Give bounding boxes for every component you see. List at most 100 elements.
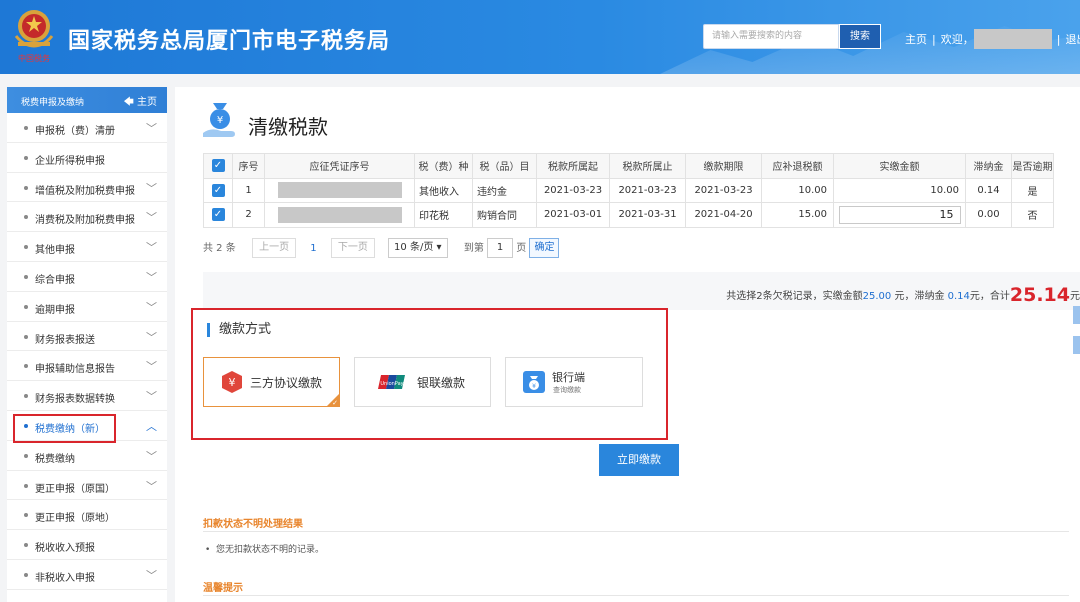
logout-link[interactable]: 退出 xyxy=(1065,31,1080,47)
current-page[interactable]: 1 xyxy=(310,243,316,254)
search-button[interactable]: 搜索 xyxy=(839,24,881,49)
sidebar-home-link[interactable]: 🡄 主页 xyxy=(123,93,157,112)
deduct-status-text: 您无扣款状态不明的记录。 xyxy=(216,545,325,555)
period-end: 2021-03-31 xyxy=(609,202,686,228)
bullet-dot xyxy=(24,453,28,458)
sidebar-item[interactable]: 更正申报（原国） ﹀ xyxy=(7,471,167,501)
side-float-tab[interactable] xyxy=(1073,336,1080,354)
overdue-flag: 是 xyxy=(1011,177,1054,204)
sidebar-item[interactable]: 财务报表报送 ﹀ xyxy=(7,322,167,352)
sidebar-item-label: 非税收入申报 xyxy=(35,572,95,584)
chevron-up-icon[interactable]: ︿ xyxy=(146,418,157,434)
sidebar-item[interactable]: 税费缴纳 ﹀ xyxy=(7,441,167,471)
unionpay-payment-label: 银联缴款 xyxy=(417,376,466,390)
col-header: 应补退税额 xyxy=(761,153,834,179)
chevron-down-icon[interactable]: ﹀ xyxy=(146,358,157,374)
sidebar-item[interactable]: 逾期申报 ﹀ xyxy=(7,292,167,322)
bullet-dot xyxy=(24,334,28,339)
bullet-dot xyxy=(24,155,28,160)
deadline: 2021-04-20 xyxy=(685,202,762,228)
page-unit: 页 xyxy=(516,243,527,254)
bank-payment-label: 银行端 xyxy=(552,371,585,384)
summary-late-fee: 0.14 xyxy=(947,291,970,302)
col-header: 是否逾期 xyxy=(1011,153,1054,179)
bullet-dot xyxy=(24,215,28,220)
sidebar-item[interactable]: 申报辅助信息报告 ﹀ xyxy=(7,351,167,382)
sidebar-item-label: 申报辅助信息报告 xyxy=(35,364,115,376)
sidebar-item[interactable]: 财务报表数据转换 ﹀ xyxy=(7,381,167,411)
due-amount: 10.00 xyxy=(761,177,834,204)
side-float-tab[interactable] xyxy=(1073,306,1080,324)
svg-text:¥: ¥ xyxy=(532,383,536,390)
sidebar-item[interactable]: 增值税及附加税费申报 ﹀ xyxy=(7,173,167,203)
divider xyxy=(203,595,1069,596)
chevron-down-icon[interactable]: ﹀ xyxy=(146,388,157,404)
col-header: 税（费）种 xyxy=(414,153,473,179)
sidebar-item[interactable]: 综合申报 ﹀ xyxy=(7,262,167,292)
chevron-down-icon[interactable]: ﹀ xyxy=(146,448,157,464)
select-all-cell[interactable]: ✓ xyxy=(203,153,233,179)
search-input[interactable]: 请输入需要搜索的内容 xyxy=(703,24,839,49)
sidebar-item[interactable]: 非税收入申报 ﹀ xyxy=(7,560,167,590)
row-checkbox[interactable]: ✓ xyxy=(211,208,225,222)
sidebar-item[interactable]: 申报税（费）清册 ﹀ xyxy=(7,113,167,143)
tripartite-payment-option[interactable]: ¥ 三方协议缴款 ✓ xyxy=(203,357,340,407)
select-all-checkbox[interactable]: ✓ xyxy=(211,159,225,173)
deadline: 2021-03-23 xyxy=(685,177,762,204)
sidebar-item[interactable]: 更正申报（原地） xyxy=(7,500,167,531)
paid-amount-input[interactable]: 15 xyxy=(838,205,961,224)
sidebar-item[interactable]: 企业所得税申报 xyxy=(7,143,167,173)
overdue-flag: 否 xyxy=(1011,202,1054,228)
col-header: 缴款期限 xyxy=(685,153,762,179)
bank-payment-option[interactable]: ¥ 银行端 查询缴款 xyxy=(505,357,643,407)
chevron-down-icon[interactable]: ﹀ xyxy=(146,478,157,494)
unionpay-payment-option[interactable]: UnionPay 银联缴款 xyxy=(354,357,491,407)
row-select-cell[interactable]: ✓ xyxy=(203,177,233,204)
goto-page-input[interactable]: 1 xyxy=(487,238,514,258)
bullet-dot xyxy=(24,572,28,577)
bullet-dot xyxy=(24,513,28,518)
sidebar-item-label: 综合申报 xyxy=(35,274,75,286)
pay-now-button[interactable]: 立即缴款 xyxy=(599,444,679,476)
tax-item: 购销合同 xyxy=(472,202,537,228)
chevron-down-icon[interactable]: ﹀ xyxy=(146,180,157,196)
sidebar-item[interactable]: 消费税及附加税费申报 ﹀ xyxy=(7,202,167,233)
dropdown-caret-icon: ▾ xyxy=(436,242,442,253)
sidebar-item-label: 逾期申报 xyxy=(35,304,75,316)
chevron-down-icon[interactable]: ﹀ xyxy=(146,329,157,345)
chevron-down-icon[interactable]: ﹀ xyxy=(146,209,157,225)
sidebar-item-label: 税收收入预报 xyxy=(35,543,95,555)
sidebar-item-label: 财务报表报送 xyxy=(35,334,95,346)
chevron-down-icon[interactable]: ﹀ xyxy=(146,269,157,285)
due-amount: 15.00 xyxy=(761,202,834,228)
late-fee: 0.00 xyxy=(965,202,1012,228)
svg-text:¥: ¥ xyxy=(217,115,223,126)
welcome-text: 欢迎， xyxy=(940,33,974,46)
sidebar-item-label: 财务报表数据转换 xyxy=(35,394,115,406)
tax-table: ✓ 序号 应征凭证序号 税（费）种 税（品）目 税款所属起 税款所属止 缴款期限… xyxy=(203,153,1054,228)
row-select-cell[interactable]: ✓ xyxy=(203,202,233,228)
bullet-dot xyxy=(24,394,28,399)
nav-home-link[interactable]: 主页 xyxy=(905,31,927,47)
page-size-select[interactable]: 10 条/页 ▾ xyxy=(388,238,448,258)
sidebar-item[interactable]: 税收收入预报 xyxy=(7,530,167,560)
chevron-down-icon[interactable]: ﹀ xyxy=(146,567,157,583)
prev-page-button[interactable]: 上一页 xyxy=(252,238,297,258)
summary-band: 共选择2条欠税记录，实缴金额25.00 元，滞纳金 0.14元，合计25.14元 xyxy=(203,272,1080,310)
chevron-down-icon[interactable]: ﹀ xyxy=(146,239,157,255)
svg-text:UnionPay: UnionPay xyxy=(380,381,403,387)
table-header-row: ✓ 序号 应征凭证序号 税（费）种 税（品）目 税款所属起 税款所属止 缴款期限… xyxy=(203,153,1054,179)
chevron-down-icon[interactable]: ﹀ xyxy=(146,299,157,315)
sidebar-item[interactable]: 其他申报 ﹀ xyxy=(7,232,167,262)
col-header: 序号 xyxy=(232,153,265,179)
tips-title: 温馨提示 xyxy=(203,583,243,594)
tripartite-payment-label: 三方协议缴款 xyxy=(250,376,323,390)
chevron-down-icon[interactable]: ﹀ xyxy=(146,120,157,136)
tripartite-payment-icon: ¥ xyxy=(222,371,242,393)
row-checkbox[interactable]: ✓ xyxy=(211,183,225,197)
late-fee: 0.14 xyxy=(965,177,1012,204)
top-nav: 主页 | 欢迎， | 退出 xyxy=(905,28,1080,49)
goto-confirm-button[interactable]: 确定 xyxy=(529,238,560,258)
page-title: 清缴税款 xyxy=(248,115,328,139)
next-page-button[interactable]: 下一页 xyxy=(330,238,375,258)
